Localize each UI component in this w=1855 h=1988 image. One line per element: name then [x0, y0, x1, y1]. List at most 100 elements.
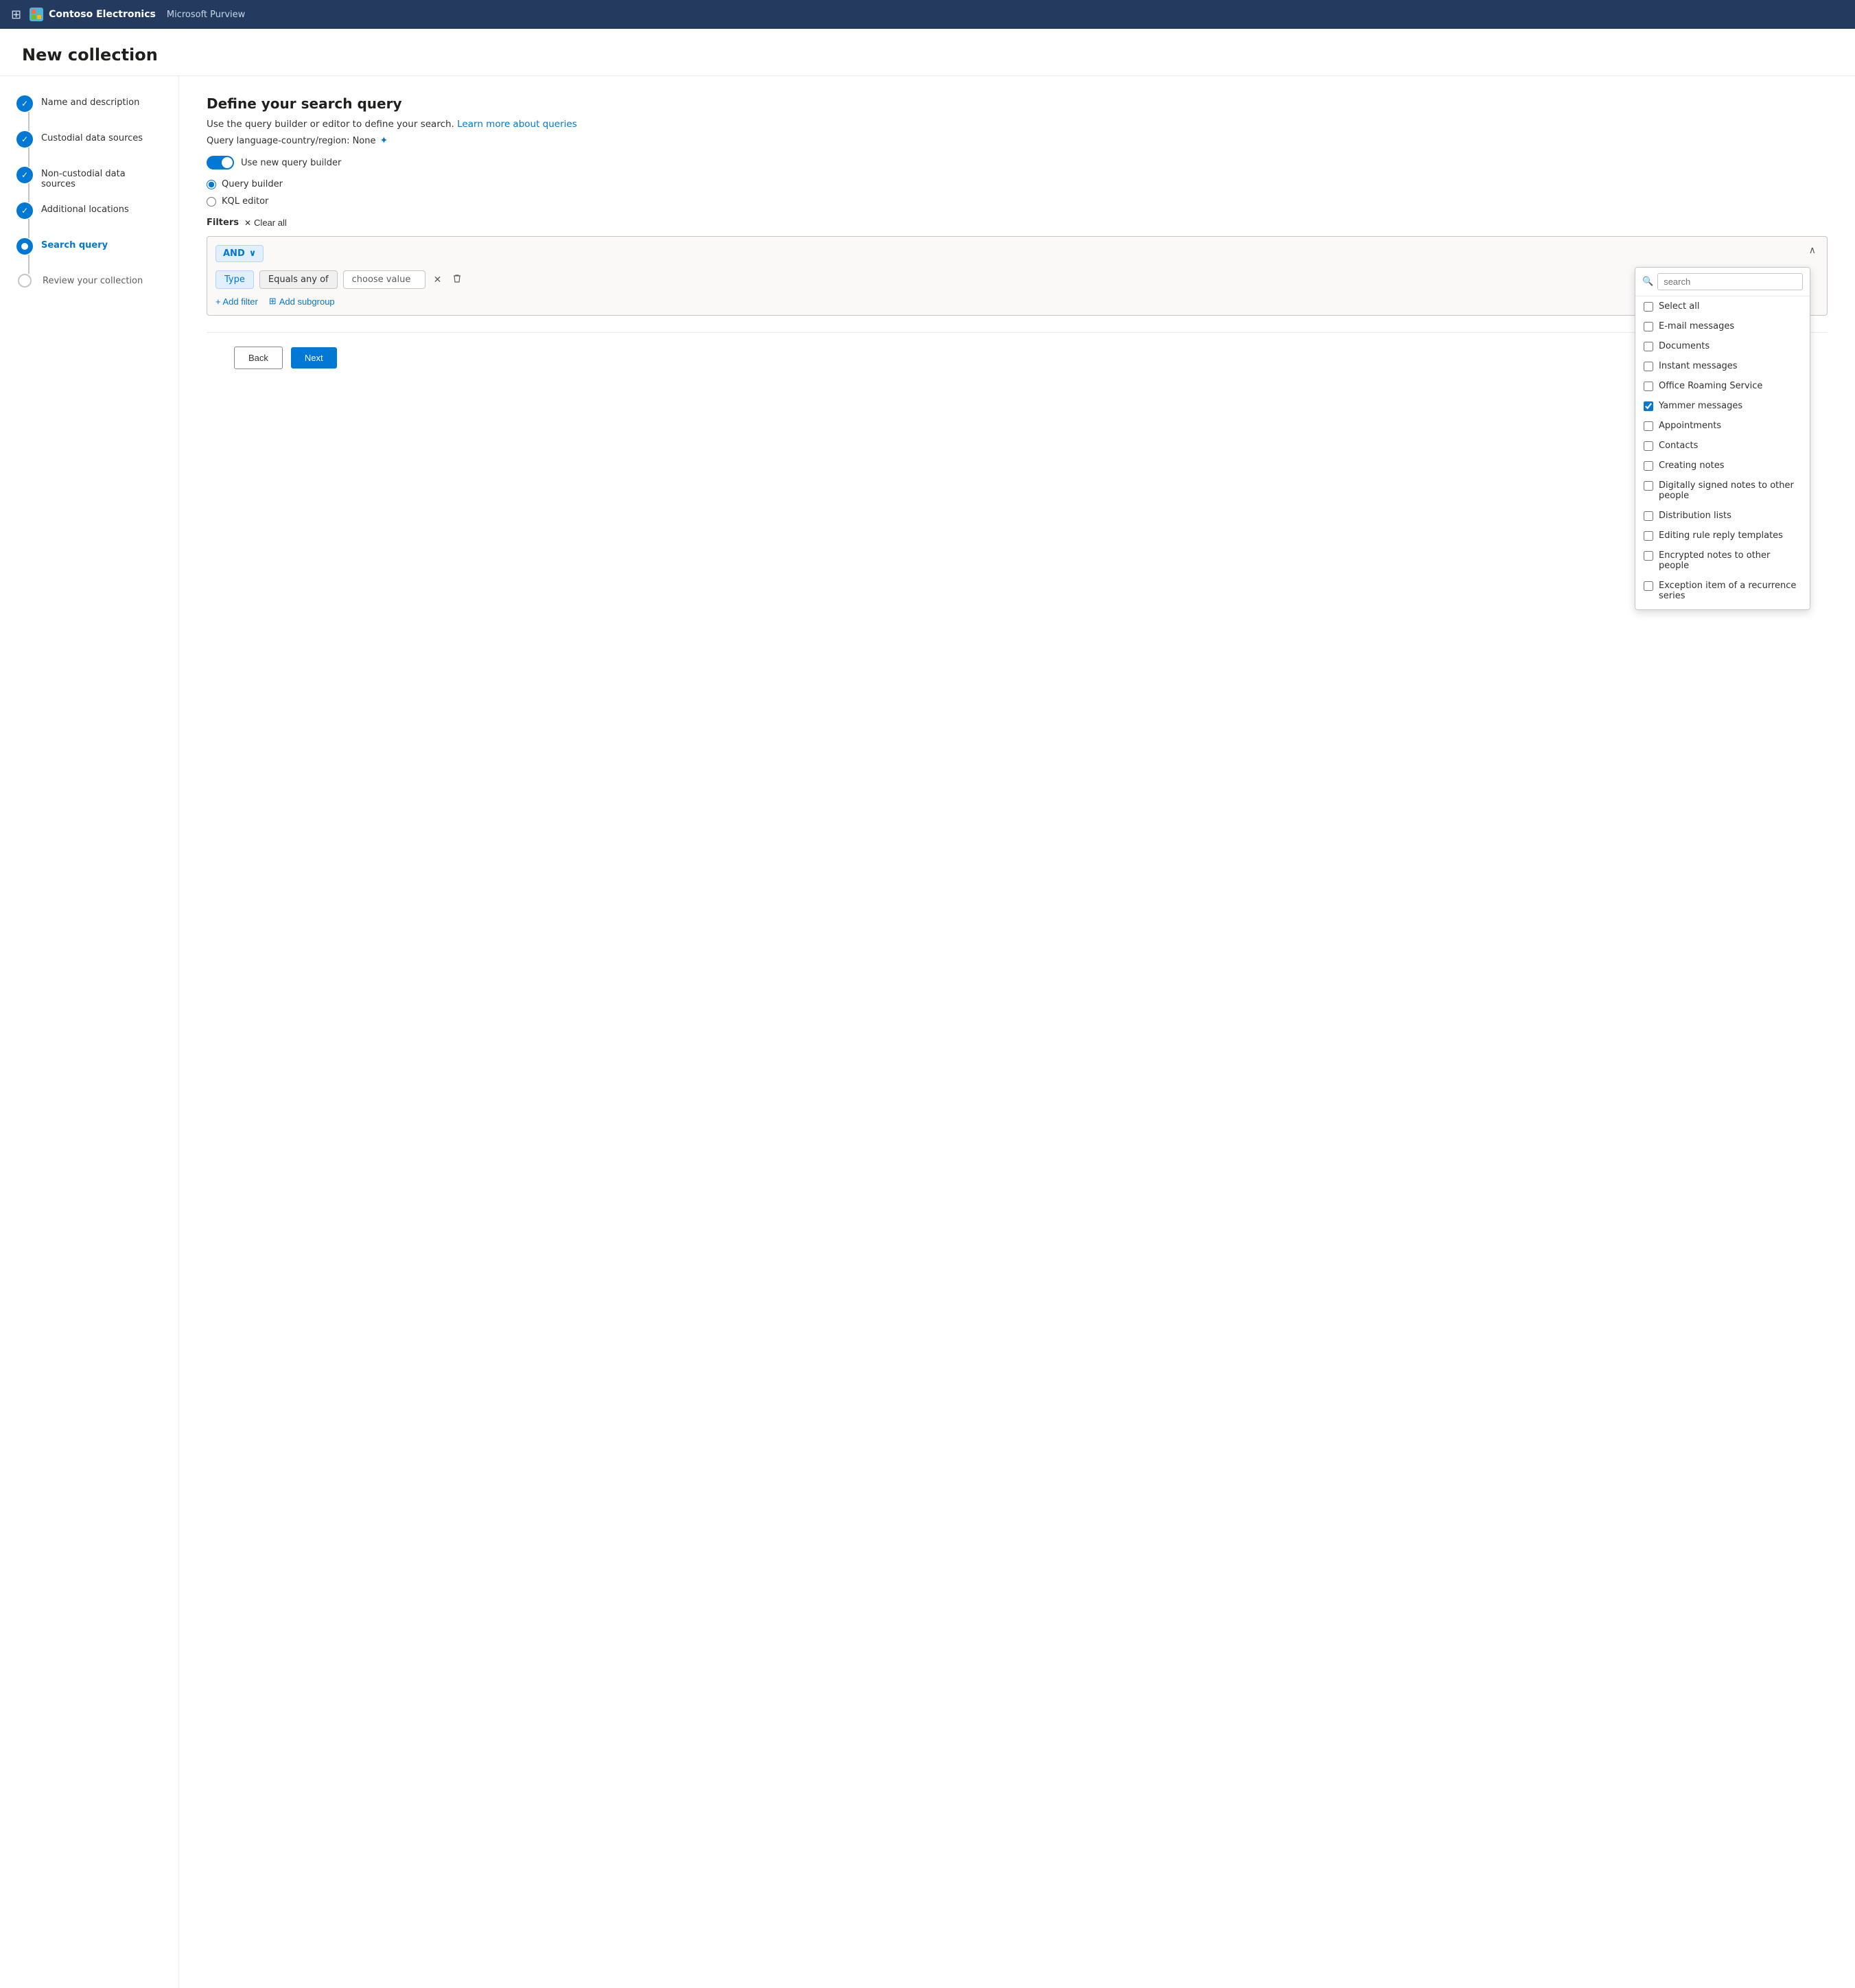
query-language-label: Query language-country/region: None [207, 136, 376, 146]
dropdown-checkbox[interactable] [1644, 441, 1653, 451]
step-circle-5 [16, 238, 33, 255]
next-button[interactable]: Next [291, 347, 337, 369]
dropdown-items-list: Select all E-mail messagesDocuments Instan… [1635, 296, 1810, 610]
dropdown-item[interactable]: Appointments [1635, 416, 1810, 436]
step-custodial-data: ✓ Custodial data sources [16, 131, 162, 167]
dropdown-checkbox[interactable] [1644, 551, 1653, 561]
step-label-4[interactable]: Additional locations [41, 202, 129, 215]
add-subgroup-button[interactable]: ⊞ Add subgroup [269, 296, 335, 307]
dropdown-item[interactable]: Editing rule reply templates [1635, 526, 1810, 546]
dropdown-item[interactable]: Documents [1635, 336, 1810, 356]
dropdown-checkbox[interactable] [1644, 511, 1653, 521]
dropdown-item[interactable]: Journal entries [1635, 606, 1810, 610]
dropdown-item-label: Editing rule reply templates [1659, 530, 1783, 541]
back-button[interactable]: Back [234, 347, 283, 369]
search-icon: 🔍 [1642, 277, 1653, 287]
learn-more-link[interactable]: Learn more about queries [457, 119, 577, 130]
steps-sidebar: ✓ Name and description ✓ Custodial data … [0, 76, 178, 1988]
step-label-2[interactable]: Custodial data sources [41, 131, 143, 143]
toggle-row: Use new query builder [207, 156, 1828, 169]
language-edit-icon[interactable]: ✦ [380, 135, 388, 146]
add-row: + Add filter ⊞ Add subgroup [215, 296, 1819, 307]
close-icon: ✕ [244, 218, 251, 228]
step-additional-locations: ✓ Additional locations [16, 202, 162, 238]
page-header: New collection [0, 29, 1855, 76]
section-title: Define your search query [207, 95, 1828, 112]
dropdown-item-label: Exception item of a recurrence series [1659, 581, 1801, 601]
section-description: Use the query builder or editor to defin… [207, 119, 1828, 130]
dropdown-item[interactable]: Yammer messages [1635, 396, 1810, 416]
top-navigation: ⊞ Contoso Electronics Microsoft Purview [0, 0, 1855, 29]
radio-kql-editor[interactable]: KQL editor [207, 196, 1828, 207]
dropdown-item[interactable]: Creating notes [1635, 456, 1810, 476]
dropdown-item-label: Encrypted notes to other people [1659, 550, 1801, 571]
product-name: Microsoft Purview [167, 10, 245, 20]
dropdown-checkbox[interactable] [1644, 322, 1653, 331]
dropdown-item[interactable]: Office Roaming Service [1635, 376, 1810, 396]
dropdown-item-label: Digitally signed notes to other people [1659, 480, 1801, 501]
dropdown-checkbox[interactable] [1644, 421, 1653, 431]
step-circle-2: ✓ [16, 131, 33, 148]
clear-filter-button[interactable]: ✕ [431, 271, 445, 288]
dropdown-item-label: Appointments [1659, 421, 1721, 431]
add-filter-button[interactable]: + Add filter [215, 296, 258, 307]
dropdown-checkbox[interactable] [1644, 401, 1653, 411]
dropdown-checkbox[interactable] [1644, 302, 1653, 312]
dropdown-item-label: Select all [1659, 301, 1699, 312]
checkmark-icon-4: ✓ [21, 206, 28, 215]
and-dropdown[interactable]: AND ∨ [215, 245, 264, 262]
dropdown-checkbox[interactable] [1644, 461, 1653, 471]
step-label-3[interactable]: Non-custodial data sources [41, 167, 162, 189]
dropdown-checkbox[interactable] [1644, 581, 1653, 591]
grid-icon[interactable]: ⊞ [11, 8, 21, 22]
radio-query-builder[interactable]: Query builder [207, 179, 1828, 189]
filter-row: Type Equals any of choose value ✕ [215, 270, 1819, 289]
company-logo: Contoso Electronics [30, 8, 156, 21]
step-label-5[interactable]: Search query [41, 238, 108, 250]
dropdown-search-input[interactable] [1657, 273, 1803, 290]
logo-icon [30, 8, 43, 21]
query-builder-box: ∧ AND ∨ Type Equals any of choose value … [207, 236, 1828, 316]
dropdown-item[interactable]: Digitally signed notes to other people [1635, 476, 1810, 506]
step-circle-3: ✓ [16, 167, 33, 183]
dropdown-item[interactable]: Exception item of a recurrence series [1635, 576, 1810, 606]
dropdown-item[interactable]: Instant messages [1635, 356, 1810, 376]
dropdown-item[interactable]: Distribution lists [1635, 506, 1810, 526]
new-query-builder-toggle[interactable] [207, 156, 234, 169]
step-circle-1: ✓ [16, 95, 33, 112]
dropdown-checkbox[interactable] [1644, 342, 1653, 351]
type-chip[interactable]: Type [215, 270, 254, 289]
checkmark-icon-3: ✓ [21, 170, 28, 180]
dropdown-item-label: Creating notes [1659, 460, 1725, 471]
bottom-nav: Back Next [207, 332, 1828, 383]
step-non-custodial: ✓ Non-custodial data sources [16, 167, 162, 202]
step-search-query: Search query [16, 238, 162, 274]
step-review: Review your collection [16, 274, 162, 288]
radio-query-builder-label: Query builder [222, 179, 283, 189]
dropdown-checkbox[interactable] [1644, 382, 1653, 391]
dropdown-item[interactable]: Encrypted notes to other people [1635, 546, 1810, 576]
step-circle-4: ✓ [16, 202, 33, 219]
step-label-6[interactable]: Review your collection [43, 274, 143, 286]
dropdown-checkbox[interactable] [1644, 531, 1653, 541]
add-subgroup-icon: ⊞ [269, 296, 277, 307]
clear-all-button[interactable]: ✕ Clear all [244, 218, 287, 228]
dropdown-checkbox[interactable] [1644, 362, 1653, 371]
filters-label: Filters [207, 218, 239, 228]
condition-chip[interactable]: Equals any of [259, 270, 338, 289]
page-title: New collection [22, 45, 1833, 65]
dropdown-item[interactable]: E-mail messages [1635, 316, 1810, 336]
step-label-1[interactable]: Name and description [41, 95, 139, 108]
company-name: Contoso Electronics [49, 9, 156, 20]
dropdown-checkbox[interactable] [1644, 481, 1653, 491]
value-chip[interactable]: choose value [343, 270, 425, 289]
toggle-label: Use new query builder [241, 158, 341, 168]
dropdown-item-label: Distribution lists [1659, 511, 1731, 521]
collapse-icon[interactable]: ∧ [1809, 245, 1816, 256]
dropdown-item[interactable]: Select all [1635, 296, 1810, 316]
checkmark-icon: ✓ [21, 99, 28, 108]
chevron-down-icon: ∨ [249, 248, 257, 259]
dropdown-item-label: Instant messages [1659, 361, 1738, 371]
dropdown-item[interactable]: Contacts [1635, 436, 1810, 456]
delete-filter-button[interactable] [450, 271, 465, 288]
